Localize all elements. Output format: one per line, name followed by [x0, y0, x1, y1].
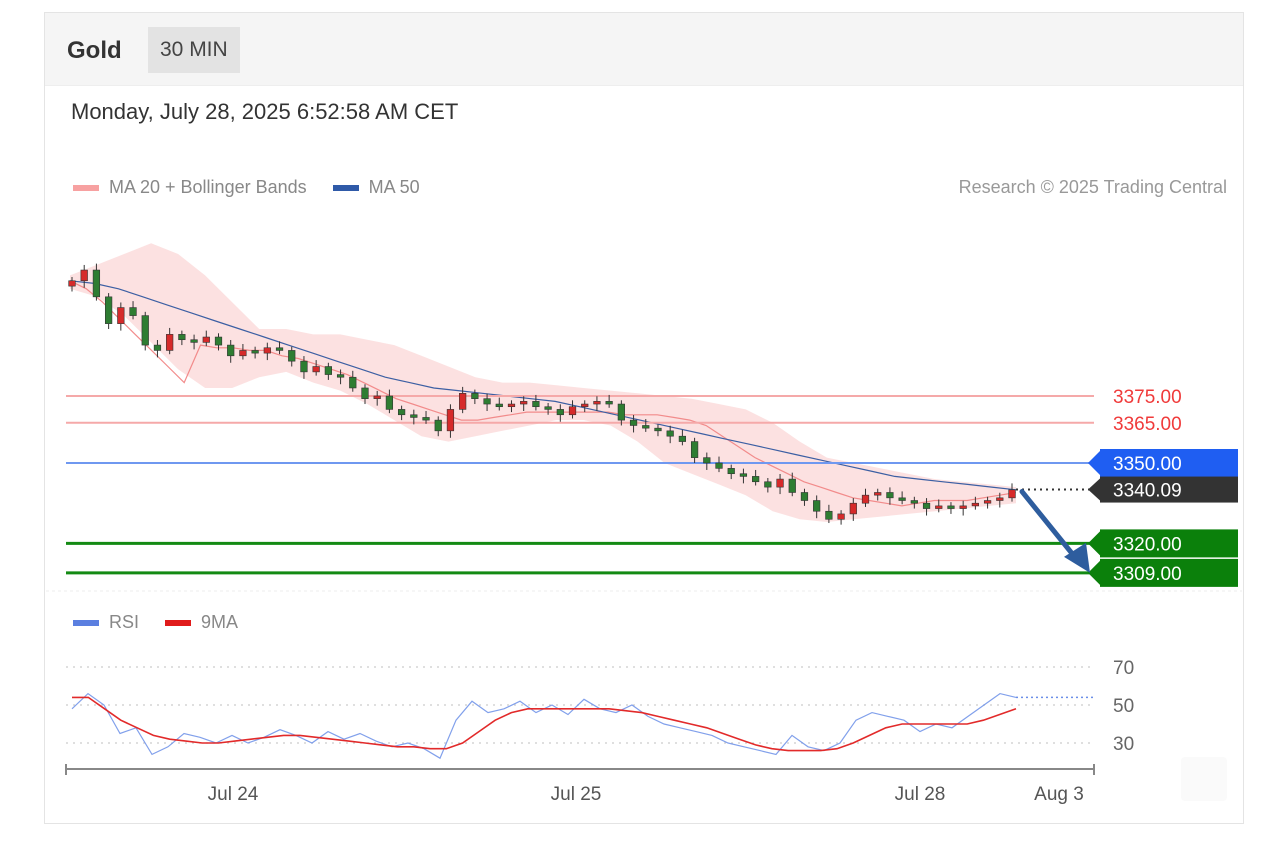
legend-label-bollinger: MA 20 + Bollinger Bands [109, 177, 307, 197]
legend-label-ma50: MA 50 [368, 177, 420, 197]
legend-item-9ma: 9MA [165, 612, 238, 633]
legend-swatch-rsi [73, 619, 99, 626]
corner-button[interactable] [1181, 757, 1227, 801]
instrument-title: Gold [67, 37, 122, 64]
legend-label-rsi: RSI [109, 612, 140, 632]
timeframe-badge[interactable]: 30 MIN [148, 27, 240, 73]
rsi-legend: RSI 9MA [73, 612, 264, 633]
timestamp: Monday, July 28, 2025 6:52:58 AM CET [71, 99, 459, 124]
legend-item-rsi: RSI [73, 612, 139, 633]
legend-swatch-9ma [165, 619, 192, 626]
legend-swatch-bollinger [73, 184, 99, 191]
research-credit: Research © 2025 Trading Central [958, 177, 1227, 197]
price-legend: MA 20 + Bollinger Bands MA 50 [73, 177, 446, 198]
chart-card: Gold 30 MIN Monday, July 28, 2025 6:52:5… [44, 12, 1244, 824]
legend-item-bollinger: MA 20 + Bollinger Bands [73, 177, 307, 198]
header-bar: Gold 30 MIN [45, 13, 1243, 86]
legend-item-ma50: MA 50 [332, 177, 420, 198]
legend-label-9ma: 9MA [201, 612, 239, 632]
legend-swatch-ma50 [332, 184, 359, 191]
